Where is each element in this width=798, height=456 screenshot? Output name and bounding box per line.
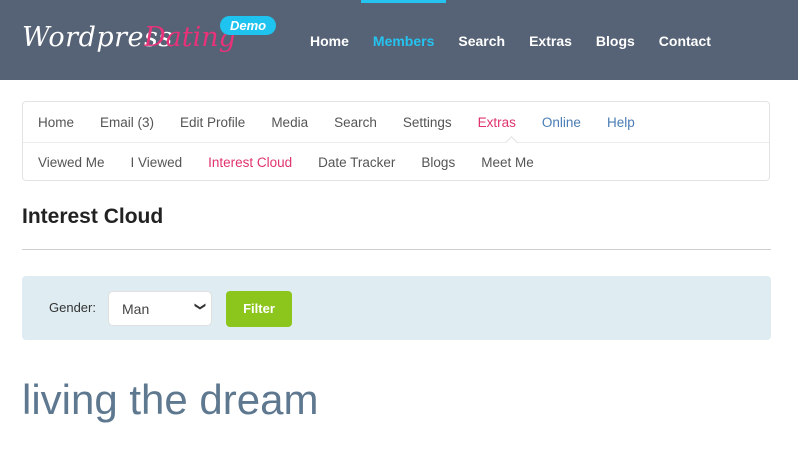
title-divider: [22, 249, 771, 250]
subnav-home[interactable]: Home: [25, 115, 87, 130]
demo-badge: Demo: [220, 16, 277, 35]
subnav-email[interactable]: Email (3): [87, 115, 167, 130]
subnav-blogs[interactable]: Blogs: [408, 155, 468, 170]
subnav-extras[interactable]: Extras: [465, 115, 529, 130]
nav-contact[interactable]: Contact: [647, 0, 723, 80]
subnav-row-2: Viewed Me I Viewed Interest Cloud Date T…: [23, 142, 769, 182]
nav-search[interactable]: Search: [446, 0, 517, 80]
gender-label: Gender:: [49, 300, 96, 315]
subnav-viewed-me[interactable]: Viewed Me: [25, 155, 118, 170]
nav-home[interactable]: Home: [298, 0, 361, 80]
filter-button[interactable]: Filter: [226, 291, 292, 327]
subnav-online[interactable]: Online: [529, 115, 594, 130]
subnav-help[interactable]: Help: [594, 115, 648, 130]
subnav-row-1: Home Email (3) Edit Profile Media Search…: [23, 102, 769, 142]
subnav-meet-me[interactable]: Meet Me: [468, 155, 547, 170]
subnav-date-tracker[interactable]: Date Tracker: [305, 155, 408, 170]
main-nav: Home Members Search Extras Blogs Contact: [298, 0, 723, 80]
gender-select[interactable]: Man ❯: [108, 291, 212, 326]
subnav-i-viewed[interactable]: I Viewed: [118, 155, 196, 170]
subnav-settings[interactable]: Settings: [390, 115, 465, 130]
site-header: Wordpress Dating Demo Home Members Searc…: [0, 0, 798, 80]
nav-members[interactable]: Members: [360, 0, 447, 80]
member-subnav: Home Email (3) Edit Profile Media Search…: [22, 101, 770, 181]
nav-extras[interactable]: Extras: [517, 0, 584, 80]
gender-select-value: Man: [122, 301, 150, 317]
page-title: Interest Cloud: [22, 205, 164, 228]
nav-blogs[interactable]: Blogs: [584, 0, 647, 80]
subnav-interest-cloud[interactable]: Interest Cloud: [195, 155, 305, 170]
subnav-media[interactable]: Media: [258, 115, 321, 130]
chevron-down-icon: ❯: [193, 301, 206, 312]
subnav-search[interactable]: Search: [321, 115, 390, 130]
filter-bar: Gender: Man ❯ Filter: [22, 276, 771, 340]
subnav-edit-profile[interactable]: Edit Profile: [167, 115, 258, 130]
interest-cloud-term[interactable]: living the dream: [22, 376, 318, 424]
